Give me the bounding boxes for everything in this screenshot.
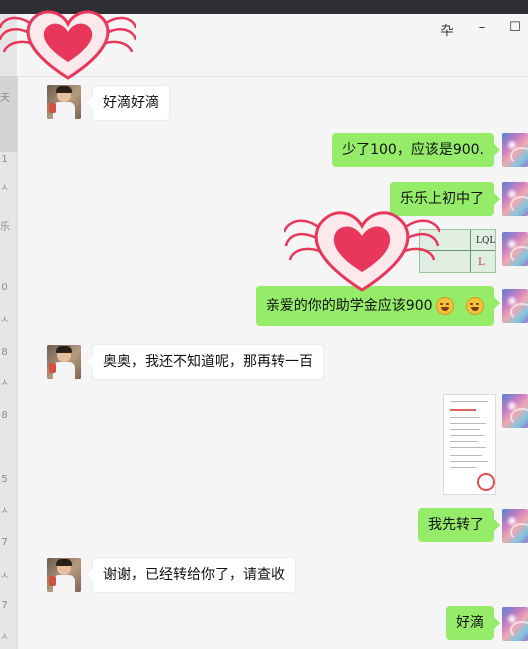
- contact-avatar[interactable]: [47, 558, 81, 592]
- strip-char: 天: [0, 93, 10, 104]
- maximize-button[interactable]: ☐: [505, 20, 525, 35]
- selected-session-highlight: [0, 76, 17, 152]
- strip-char: ㅅ: [0, 378, 10, 389]
- strip-char: 7: [1, 537, 8, 548]
- strip-char: ㅅ: [0, 183, 10, 194]
- rofl-emoji: [435, 297, 454, 315]
- my-avatar[interactable]: [502, 133, 528, 167]
- window-title-bar: [0, 0, 528, 14]
- strip-char: 8: [1, 347, 8, 358]
- strip-char: 7: [1, 600, 8, 611]
- strip-char: 0: [1, 282, 8, 293]
- minimize-button[interactable]: –: [472, 20, 492, 35]
- message-bubble-sent[interactable]: 好滴: [446, 606, 500, 640]
- image-message[interactable]: LQL L: [419, 229, 496, 273]
- my-avatar[interactable]: [502, 182, 528, 216]
- strip-char: ㅅ: [0, 632, 10, 643]
- session-list-strip[interactable]: 天 1 ㅅ 乐 0 ㅅ 8 ㅅ 8 5 ㅅ 7 ㅅ 7 ㅅ: [0, 14, 18, 649]
- my-avatar[interactable]: [502, 394, 528, 428]
- message-bubble-received[interactable]: 奥奥，我还不知道呢，那再转一百: [87, 344, 324, 380]
- strip-char: 8: [1, 410, 8, 421]
- strip-char: ㅅ: [0, 506, 10, 517]
- image-text: LQL: [476, 236, 496, 246]
- image-text: L: [478, 257, 485, 268]
- my-avatar[interactable]: [502, 232, 528, 266]
- message-bubble-sent[interactable]: 乐乐上初中了: [390, 182, 500, 216]
- strip-char: ㅅ: [0, 315, 10, 326]
- rofl-emoji: [466, 297, 484, 315]
- image-message[interactable]: [443, 394, 496, 495]
- message-bubble-sent[interactable]: 少了100，应该是900.: [332, 133, 500, 167]
- strip-char: 5: [1, 474, 8, 485]
- message-text: 亲爱的你的助学金应该900: [265, 298, 433, 314]
- contact-avatar[interactable]: [47, 345, 81, 379]
- pin-button[interactable]: 卆: [437, 20, 457, 39]
- my-avatar[interactable]: [502, 509, 528, 543]
- message-bubble-sent[interactable]: 亲爱的你的助学金应该900: [255, 286, 501, 326]
- message-bubble-sent[interactable]: 我先转了: [418, 508, 500, 542]
- strip-char: 1: [1, 154, 8, 165]
- contact-avatar[interactable]: [47, 85, 81, 119]
- my-avatar[interactable]: [502, 607, 528, 641]
- strip-char: ㅅ: [0, 571, 10, 582]
- strip-char: 乐: [0, 222, 10, 233]
- my-avatar[interactable]: [502, 289, 528, 323]
- chat-header: 卆 – ☐: [17, 14, 528, 77]
- message-bubble-received[interactable]: 谢谢，已经转给你了，请查收: [87, 557, 296, 593]
- message-bubble-received[interactable]: 好滴好滴: [87, 85, 170, 121]
